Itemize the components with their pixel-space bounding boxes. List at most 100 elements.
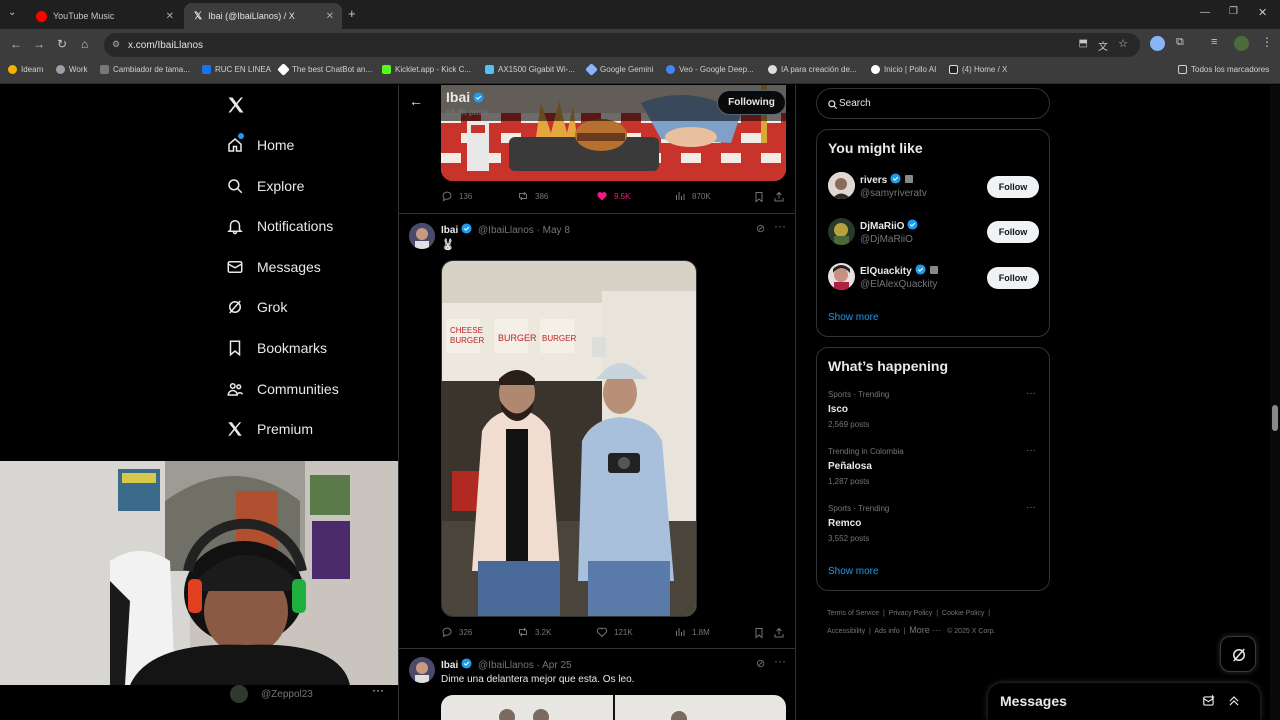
maximize-icon[interactable]: ❐ [1229, 6, 1238, 17]
messages-drawer[interactable]: Messages [988, 683, 1260, 720]
bookmark-item[interactable]: RUC EN LINEA [202, 65, 271, 74]
trend-item[interactable]: Sports · Trending Remco 3,552 posts ··· [828, 502, 1038, 548]
share-icon[interactable] [773, 627, 785, 639]
media-control-icon[interactable]: ≡ [1211, 36, 1217, 48]
repost-button[interactable]: 386 [517, 190, 548, 202]
tab-youtube-music[interactable]: YouTube Music ✕ [26, 3, 182, 29]
new-tab-button[interactable]: + [348, 6, 356, 21]
account-avatar[interactable] [1234, 36, 1249, 51]
expand-icon[interactable] [1227, 694, 1241, 708]
share-icon[interactable] [773, 191, 785, 203]
nav-grok[interactable]: Grok [226, 298, 287, 316]
show-more-link[interactable]: Show more [828, 312, 879, 323]
install-app-icon[interactable]: ⬒ [1079, 38, 1088, 49]
more-icon[interactable]: ··· [372, 683, 384, 697]
suggested-user[interactable]: DjMaRiiO @DjMaRiiO Follow [817, 216, 1049, 252]
following-button[interactable]: Following [717, 90, 786, 115]
address-bar[interactable]: ⚙ x.com/IbaiLlanos ⬒ 文 ☆ [104, 33, 1140, 57]
more-icon[interactable]: ··· [774, 654, 786, 668]
grok-icon[interactable]: ⊘ [756, 657, 765, 670]
reply-button[interactable]: 326 [441, 626, 472, 638]
close-tab-icon[interactable]: ✕ [166, 11, 174, 22]
more-icon[interactable]: ··· [1026, 502, 1036, 513]
bookmark-item[interactable]: Cambiador de tama... [100, 65, 190, 74]
nav-messages[interactable]: Messages [226, 258, 321, 276]
reply-button[interactable]: 136 [441, 190, 472, 202]
trend-item[interactable]: Sports · Trending Isco 2,569 posts ··· [828, 388, 1038, 434]
post-date[interactable]: Apr 25 [542, 660, 571, 671]
extensions-icon[interactable]: ⧉ [1176, 36, 1184, 49]
terms-link[interactable]: Terms of Service [827, 610, 879, 617]
site-info-icon[interactable]: ⚙ [112, 39, 120, 50]
repost-button[interactable]: 3.2K [517, 626, 551, 638]
more-icon[interactable]: ··· [774, 219, 786, 233]
bookmark-item[interactable]: AX1500 Gigabit Wi-... [485, 65, 575, 74]
x-logo-icon[interactable] [226, 95, 246, 115]
more-icon[interactable]: ··· [1026, 388, 1036, 399]
nav-communities[interactable]: Communities [226, 380, 339, 398]
suggested-user[interactable]: rivers @samyriveratv Follow [817, 170, 1049, 206]
post-image[interactable] [441, 695, 786, 720]
reload-icon[interactable]: ↻ [57, 37, 67, 51]
nav-premium[interactable]: Premium [226, 420, 313, 438]
author-handle[interactable]: @IbaiLlanos [478, 660, 534, 671]
bookmark-item[interactable]: IA para creación de... [768, 65, 857, 74]
account-switcher[interactable]: @Zeppol23 ··· [230, 683, 390, 709]
close-window-icon[interactable]: ✕ [1258, 6, 1267, 19]
bookmark-icon[interactable] [753, 191, 765, 203]
nav-notifications[interactable]: Notifications [226, 217, 333, 235]
back-icon[interactable]: ← [10, 37, 22, 51]
nav-home[interactable]: Home [226, 136, 294, 154]
suggested-user[interactable]: ElQuackity @ElAlexQuackity Follow [817, 261, 1049, 297]
scrollbar[interactable] [1270, 85, 1280, 720]
all-bookmarks[interactable]: Todos los marcadores [1178, 65, 1269, 74]
bookmark-item[interactable]: The best ChatBot an... [277, 63, 372, 76]
cookie-link[interactable]: Cookie Policy [942, 610, 984, 617]
author-handle[interactable]: @IbaiLlanos [478, 225, 534, 236]
bookmark-item[interactable]: Inicio | Pollo AI [871, 65, 936, 74]
tab-search-icon[interactable]: ⌄ [8, 7, 16, 18]
new-message-icon[interactable] [1202, 694, 1216, 708]
translate-icon[interactable]: 文 [1098, 38, 1108, 53]
post[interactable]: Ibai @IbaiLlanos · May 8 ⊘ ··· 🐰 CHEESE B… [399, 214, 795, 648]
post-image[interactable]: CHEESE BURGER BURGER BURGER [441, 260, 697, 617]
post[interactable]: Ibai @IbaiLlanos · Apr 25 ⊘ ··· Dime una… [399, 649, 795, 720]
minimize-icon[interactable]: — [1200, 7, 1210, 18]
like-button[interactable]: 9.5K [596, 190, 630, 202]
bookmark-item[interactable]: Veo - Google Deep... [666, 65, 754, 74]
scrollbar-thumb[interactable] [1272, 405, 1278, 431]
avatar[interactable] [409, 223, 435, 249]
nav-explore[interactable]: Explore [226, 177, 304, 195]
menu-icon[interactable]: ⋮ [1261, 35, 1273, 49]
back-arrow-icon[interactable]: ← [409, 93, 423, 109]
author-name[interactable]: Ibai [441, 225, 458, 236]
follow-button[interactable]: Follow [987, 221, 1039, 243]
privacy-link[interactable]: Privacy Policy [889, 610, 933, 617]
grok-icon[interactable]: ⊘ [756, 222, 765, 235]
more-icon[interactable]: ··· [1026, 445, 1036, 456]
bookmark-star-icon[interactable]: ☆ [1118, 37, 1128, 50]
accessibility-link[interactable]: Accessibility [827, 628, 865, 635]
views-button[interactable]: 1.8M [674, 626, 710, 638]
follow-button[interactable]: Follow [987, 176, 1039, 198]
bookmark-item[interactable]: (4) Home / X [949, 65, 1007, 74]
profile-icon[interactable] [1150, 36, 1165, 51]
post-date[interactable]: May 8 [543, 225, 570, 236]
nav-bookmarks[interactable]: Bookmarks [226, 339, 327, 357]
show-more-link[interactable]: Show more [828, 566, 879, 577]
close-tab-icon[interactable]: ✕ [326, 11, 334, 22]
views-button[interactable]: 870K [674, 190, 711, 202]
avatar[interactable] [409, 657, 435, 683]
forward-icon[interactable]: → [33, 37, 45, 51]
ads-info-link[interactable]: Ads info [874, 628, 899, 635]
bookmark-item[interactable]: Work [56, 65, 88, 74]
search-input[interactable]: Search [816, 88, 1050, 119]
trend-item[interactable]: Trending in Colombia Peñalosa 1,287 post… [828, 445, 1038, 491]
bookmark-item[interactable]: Kicklet.app - Kick C... [382, 65, 471, 74]
bookmark-icon[interactable] [753, 627, 765, 639]
more-link[interactable]: More ··· [909, 625, 941, 635]
author-name[interactable]: Ibai [441, 660, 458, 671]
tab-ibai-x[interactable]: 𝕏 Ibai (@IbaiLlanos) / X ✕ [184, 3, 342, 29]
like-button[interactable]: 121K [596, 626, 633, 638]
bookmark-item[interactable]: Google Gemini [585, 63, 653, 76]
